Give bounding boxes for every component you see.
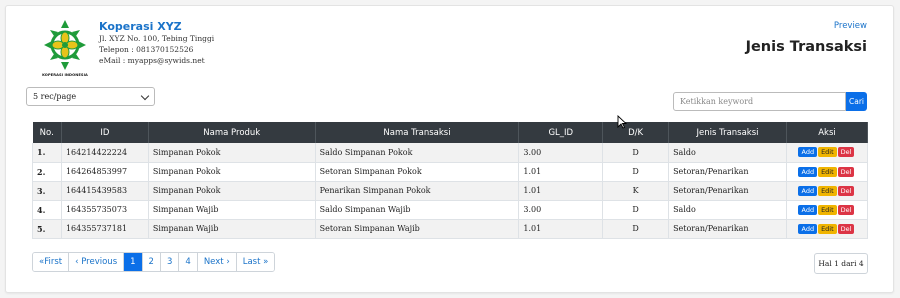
page-3-button[interactable]: 3 — [160, 253, 180, 271]
company-email: eMail : myapps@sywids.net — [99, 56, 205, 65]
records-per-page-value: 5 rec/page — [33, 92, 77, 101]
next-page-button[interactable]: Next › — [197, 253, 237, 271]
cell-actions: Add Edit Del — [786, 162, 869, 182]
logo-caption: KOPERASI INDONESIA — [42, 73, 88, 77]
pagination: «First ‹ Previous 1 2 3 4 Next › Last » — [32, 252, 276, 272]
chevron-down-icon — [140, 91, 150, 101]
table-row: 2. 164264853997 Simpanan Pokok Setoran S… — [32, 162, 869, 182]
page-2-button[interactable]: 2 — [142, 253, 161, 271]
cell-actions: Add Edit Del — [786, 200, 869, 220]
cell-dk: D — [602, 162, 670, 182]
cell-id: 164355735073 — [61, 200, 149, 220]
column-header-id: ID — [61, 122, 149, 143]
cell-jenis-transaksi: Setoran/Penarikan — [668, 162, 787, 182]
company-info: Koperasi XYZ Jl. XYZ No. 100, Tebing Tin… — [99, 20, 214, 66]
add-button[interactable]: Add — [798, 185, 818, 196]
cell-id: 164415439583 — [61, 181, 149, 201]
cell-no: 5. — [32, 219, 62, 239]
column-header-aksi: Aksi — [786, 122, 869, 143]
cell-jenis-transaksi: Setoran/Penarikan — [668, 181, 787, 201]
cell-no: 1. — [32, 143, 62, 163]
cell-actions: Add Edit Del — [786, 143, 869, 163]
delete-button[interactable]: Del — [837, 223, 855, 234]
mouse-cursor-icon — [617, 115, 627, 129]
table-row: 4. 164355735073 Simpanan Wajib Saldo Sim… — [32, 200, 869, 220]
cell-gl-id: 1.01 — [518, 181, 604, 201]
cell-gl-id: 3.00 — [518, 200, 604, 220]
search-input[interactable]: Ketikkan keyword — [673, 92, 846, 111]
cell-gl-id: 1.01 — [518, 219, 604, 239]
add-button[interactable]: Add — [798, 147, 818, 158]
company-name: Koperasi XYZ — [99, 20, 182, 33]
previous-page-button[interactable]: ‹ Previous — [69, 253, 125, 271]
column-header-no: No. — [32, 122, 62, 143]
page-4-button[interactable]: 4 — [179, 253, 198, 271]
cell-dk: K — [602, 181, 670, 201]
company-address: Jl. XYZ No. 100, Tebing Tinggi — [99, 34, 215, 43]
cell-nama-produk: Simpanan Pokok — [148, 181, 316, 201]
cell-nama-transaksi: Penarikan Simpanan Pokok — [315, 181, 520, 201]
cell-no: 3. — [32, 181, 62, 201]
edit-button[interactable]: Edit — [818, 166, 837, 177]
column-header-nama-transaksi: Nama Transaksi — [315, 122, 520, 143]
cell-nama-transaksi: Setoran Simpanan Pokok — [315, 162, 520, 182]
koperasi-logo: KOPERASI INDONESIA — [40, 18, 90, 80]
cell-no: 4. — [32, 200, 62, 220]
cell-nama-produk: Simpanan Wajib — [148, 200, 316, 220]
cell-dk: D — [602, 219, 670, 239]
delete-button[interactable]: Del — [837, 147, 855, 158]
cell-nama-produk: Simpanan Pokok — [148, 162, 316, 182]
cell-nama-transaksi: Saldo Simpanan Wajib — [315, 200, 520, 220]
add-button[interactable]: Add — [798, 166, 818, 177]
company-phone: Telepon : 081370152526 — [99, 45, 194, 54]
search-button[interactable]: Cari — [846, 92, 867, 111]
edit-button[interactable]: Edit — [818, 185, 837, 196]
table-row: 5. 164355737181 Simpanan Wajib Setoran S… — [32, 219, 869, 239]
cell-dk: D — [602, 200, 670, 220]
edit-button[interactable]: Edit — [818, 204, 837, 215]
preview-link[interactable]: Preview — [834, 21, 867, 31]
cell-dk: D — [602, 143, 670, 163]
column-header-nama-produk: Nama Produk — [148, 122, 316, 143]
column-header-jenis-transaksi: Jenis Transaksi — [668, 122, 787, 143]
delete-button[interactable]: Del — [837, 185, 855, 196]
add-button[interactable]: Add — [798, 204, 818, 215]
delete-button[interactable]: Del — [837, 166, 855, 177]
cell-nama-transaksi: Saldo Simpanan Pokok — [315, 143, 520, 163]
cell-gl-id: 3.00 — [518, 143, 604, 163]
cell-gl-id: 1.01 — [518, 162, 604, 182]
cell-jenis-transaksi: Saldo — [668, 200, 787, 220]
cell-id: 164214422224 — [61, 143, 149, 163]
cell-jenis-transaksi: Setoran/Penarikan — [668, 219, 787, 239]
table-row: 1. 164214422224 Simpanan Pokok Saldo Sim… — [32, 143, 869, 163]
delete-button[interactable]: Del — [837, 204, 855, 215]
transaction-types-table: No. ID Nama Produk Nama Transaksi GL_ID … — [32, 122, 869, 239]
page-1-button[interactable]: 1 — [124, 253, 143, 271]
cell-nama-produk: Simpanan Pokok — [148, 143, 316, 163]
records-per-page-select[interactable]: 5 rec/page — [26, 87, 155, 106]
edit-button[interactable]: Edit — [818, 223, 837, 234]
cell-actions: Add Edit Del — [786, 181, 869, 201]
cell-jenis-transaksi: Saldo — [668, 143, 787, 163]
cell-nama-produk: Simpanan Wajib — [148, 219, 316, 239]
cell-actions: Add Edit Del — [786, 219, 869, 239]
cell-id: 164264853997 — [61, 162, 149, 182]
column-header-gl-id: GL_ID — [518, 122, 604, 143]
first-page-button[interactable]: «First — [33, 253, 70, 271]
last-page-button[interactable]: Last » — [236, 253, 275, 271]
cell-no: 2. — [32, 162, 62, 182]
cell-id: 164355737181 — [61, 219, 149, 239]
column-header-dk: D/K — [602, 122, 670, 143]
page-info: Hal 1 dari 4 — [814, 253, 868, 274]
table-row: 3. 164415439583 Simpanan Pokok Penarikan… — [32, 181, 869, 201]
page-title: Jenis Transaksi — [745, 39, 867, 55]
add-button[interactable]: Add — [798, 223, 818, 234]
cell-nama-transaksi: Setoran Simpanan Wajib — [315, 219, 520, 239]
table-header-row: No. ID Nama Produk Nama Transaksi GL_ID … — [32, 122, 869, 143]
edit-button[interactable]: Edit — [818, 147, 837, 158]
